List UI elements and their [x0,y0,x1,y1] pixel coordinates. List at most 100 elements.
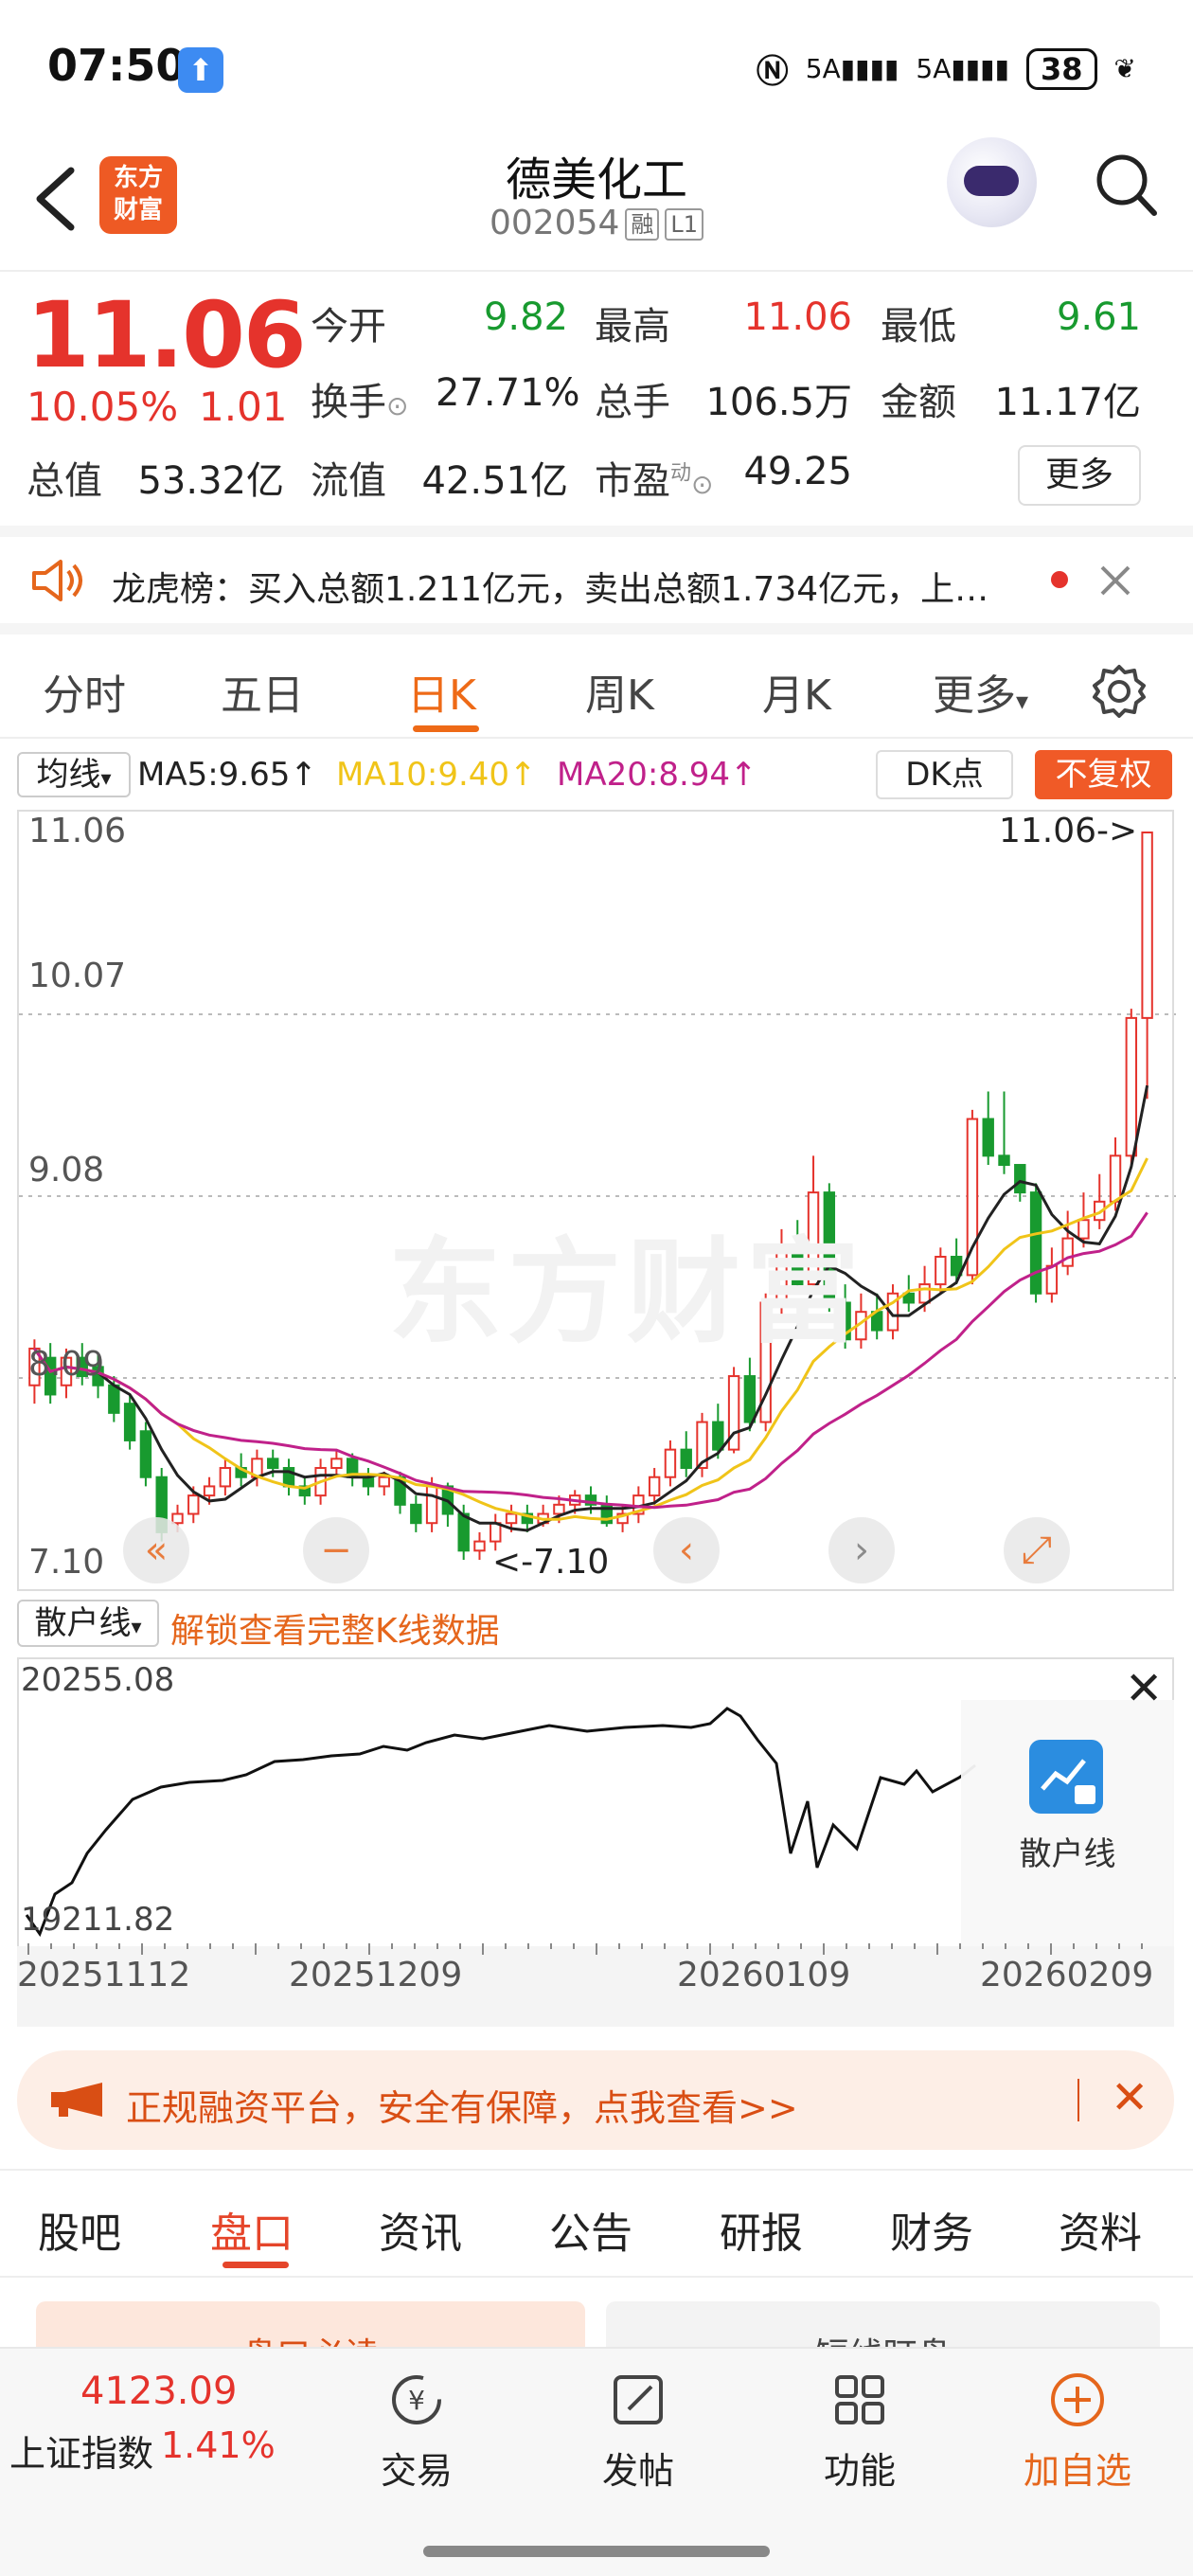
close-icon[interactable]: ✕ [1111,2071,1148,2124]
y-tick: 11.06 [28,812,127,850]
sub-tab-must-read[interactable]: 盘口必读 [36,2301,585,2347]
ma10-label: MA10:9.40↑ [336,756,537,794]
ma5-label: MA5:9.65↑ [137,756,317,794]
svg-text:¥: ¥ [408,2385,425,2416]
low-label: 最低 [881,305,956,349]
edit-icon [614,2375,663,2424]
tab-announcements[interactable]: 公告 [549,2199,632,2260]
low-value: 9.61 [1056,295,1141,339]
retail-line-promo[interactable]: 散户线 [961,1700,1174,1946]
chart-lock-icon [1029,1740,1103,1814]
candle [1109,1154,1122,1203]
tab-monthly-k[interactable]: 月K [762,661,831,722]
retail-min-label: 19211.82 [21,1901,175,1939]
indicator-select[interactable]: 均线▾ [17,752,131,797]
active-tab-indicator [223,2262,289,2268]
status-bar: 07:50 ⬆ Ⓝ 5A▮▮▮▮ 5A▮▮▮▮ 38 ❦ [0,0,1193,133]
notice-text: 龙虎榜：买入总额1.211亿元，卖出总额1.734亿元，上… [112,570,989,609]
sub-tab-short-term[interactable]: 短线盯盘 [606,2301,1160,2347]
speaker-icon [32,560,82,601]
home-indicator[interactable] [423,2546,770,2557]
post-button[interactable]: 发帖 [572,2370,704,2494]
high-label: 最高 [595,305,670,349]
candle [1014,1164,1026,1194]
close-icon[interactable]: ✕ [1125,1662,1163,1715]
candle [1077,1219,1090,1240]
system-icons: Ⓝ 5A▮▮▮▮ 5A▮▮▮▮ 38 ❦ [757,45,1136,92]
x-date: 20260209 [980,1956,1154,1995]
tab-research[interactable]: 研报 [720,2199,803,2260]
candle [330,1458,343,1470]
candle [935,1256,947,1286]
scroll-left-fast-icon[interactable]: « [123,1517,189,1583]
more-button[interactable]: 更多 [1018,445,1141,506]
scroll-right-icon[interactable]: › [828,1517,895,1583]
tab-intraday[interactable]: 分时 [43,661,126,722]
level-tag: L1 [665,208,704,241]
search-button[interactable] [1094,147,1160,223]
tab-forum[interactable]: 股吧 [38,2199,121,2260]
close-icon[interactable] [1096,562,1134,599]
high-value: 11.06 [743,295,852,339]
index-change[interactable]: 1.41% [161,2424,276,2466]
candle [425,1485,438,1525]
y-tick: 7.10 [28,1543,105,1582]
x-date: 20260109 [677,1956,851,1995]
tab-five-day[interactable]: 五日 [221,661,304,722]
candle [664,1448,677,1478]
margin-tag: 融 [625,208,660,241]
candle [219,1467,232,1488]
settings-gear-icon[interactable] [1089,661,1149,722]
pe-label: 市盈动⊙ [595,459,714,503]
kline-chart[interactable]: 东方财富 11.06 10.07 9.08 8.09 7.10 11.06-> … [17,810,1176,1591]
y-tick: 9.08 [28,1151,105,1190]
tab-daily-k[interactable]: 日K [407,661,476,722]
retail-max-label: 20255.08 [21,1661,175,1699]
candle [267,1458,279,1470]
candle [108,1384,120,1414]
tab-news[interactable]: 资讯 [379,2199,462,2260]
retail-indicator-select[interactable]: 散户线▾ [17,1600,159,1647]
megaphone-icon [51,2083,102,2117]
open-label: 今开 [311,305,386,349]
dragon-tiger-notice[interactable]: 龙虎榜：买入总额1.211亿元，卖出总额1.734亿元，上… [0,526,1193,635]
functions-button[interactable]: 功能 [793,2370,926,2494]
dk-point-button[interactable]: DK点 [876,750,1013,799]
add-watchlist-button[interactable]: 加自选 [1011,2370,1144,2494]
candle [490,1522,502,1543]
high-marker: 11.06-> [999,812,1138,850]
upload-icon: ⬆ [178,47,223,93]
candle [918,1283,931,1304]
index-value[interactable]: 4123.09 [80,2370,237,2413]
tab-financials[interactable]: 财务 [890,2199,973,2260]
candle [123,1403,136,1441]
candle [680,1448,692,1470]
zoom-out-icon[interactable]: − [303,1517,369,1583]
scroll-left-icon[interactable]: ‹ [653,1517,720,1583]
tab-more[interactable]: 更多▾ [933,661,1028,722]
ai-assistant-avatar[interactable] [947,137,1037,227]
financing-promo-banner[interactable]: 正规融资平台，安全有保障，点我查看>> ✕ [17,2050,1174,2150]
candle [982,1118,994,1157]
candle [553,1503,565,1515]
turnover-value: 27.71% [436,371,580,415]
index-name[interactable]: 上证指数 [9,2424,153,2477]
ma20-label: MA20:8.94↑ [557,756,757,794]
retail-line-header: 散户线▾ 解锁查看完整K线数据 [0,1596,1193,1653]
promo-text: 正规融资平台，安全有保障，点我查看>> [126,2087,798,2129]
tab-profile[interactable]: 资料 [1059,2199,1142,2260]
candle [378,1476,390,1488]
open-value: 9.82 [483,295,568,339]
tab-order-book[interactable]: 盘口 [210,2199,294,2260]
adjust-button[interactable]: 不复权 [1035,750,1172,799]
tab-weekly-k[interactable]: 周K [585,661,654,722]
fullscreen-icon[interactable]: ⤢ [1004,1517,1070,1583]
candle [473,1540,486,1552]
info-tabs: 股吧 盘口 资讯 公告 研报 财务 资料 [0,2169,1193,2278]
pe-value: 49.25 [743,450,852,493]
unlock-link[interactable]: 解锁查看完整K线数据 [170,1603,500,1653]
amount-label: 金额 [881,381,956,424]
trade-button[interactable]: ¥ 交易 [350,2370,483,2494]
sub-tabs: 盘口必读 短线盯盘 [0,2281,1193,2347]
candle [1045,1264,1059,1295]
